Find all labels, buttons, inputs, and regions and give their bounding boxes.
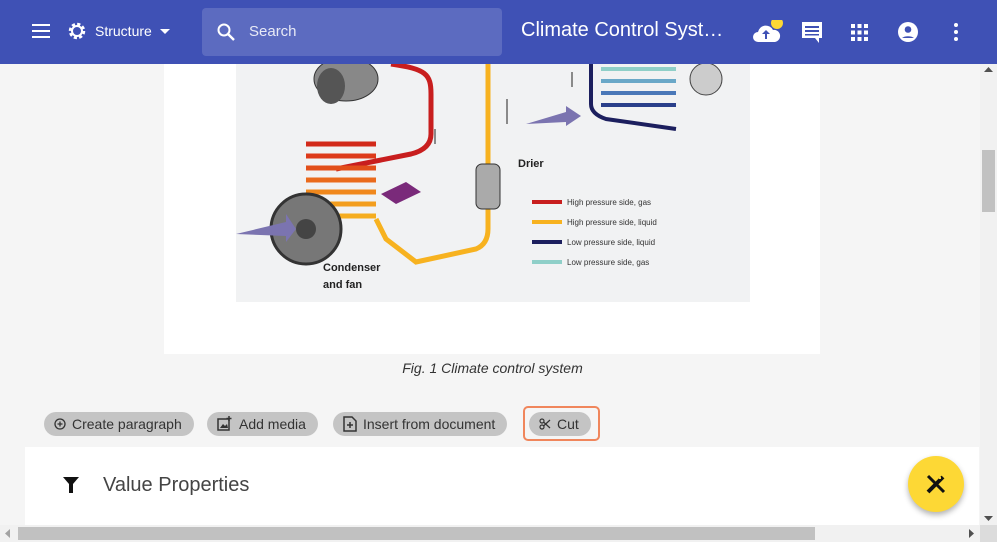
add-circle-icon — [54, 418, 66, 430]
search-placeholder: Search — [249, 23, 297, 40]
comment-icon[interactable] — [802, 22, 824, 49]
cloud-upload-icon[interactable] — [752, 17, 784, 49]
section-title[interactable]: Value Properties — [103, 474, 249, 497]
account-icon[interactable] — [898, 22, 918, 47]
condenser-label-2: and fan — [323, 279, 362, 291]
value-properties-panel: Value Properties — [25, 447, 979, 525]
document-title: Climate Control Syst… — [521, 19, 724, 41]
app-bar: Structure Search Climate Control Syst… — [0, 0, 997, 64]
legend-label: High pressure side, gas — [567, 198, 651, 207]
structure-label: Structure — [95, 23, 152, 39]
legend-swatch — [532, 220, 562, 224]
add-photo-icon — [217, 416, 232, 431]
legend-swatch — [532, 200, 562, 204]
note-add-icon — [343, 416, 357, 432]
apps-grid-icon[interactable] — [851, 24, 868, 46]
structure-dropdown[interactable]: Structure — [67, 21, 170, 41]
climate-control-diagram: Drier Condenser and fan High pressure si… — [236, 64, 750, 302]
scroll-left-arrow-icon[interactable] — [5, 529, 10, 538]
menu-icon[interactable] — [32, 24, 50, 43]
legend: High pressure side, gas High pressure si… — [532, 198, 657, 267]
condenser-label-1: Condenser — [323, 262, 381, 274]
scroll-up-arrow-icon[interactable] — [984, 67, 993, 72]
more-vert-icon[interactable] — [954, 23, 958, 46]
legend-label: Low pressure side, liquid — [567, 238, 655, 247]
insert-from-document-button[interactable]: Insert from document — [333, 412, 508, 436]
figure-caption: Fig. 1 Climate control system — [402, 360, 583, 376]
scissors-icon — [539, 418, 551, 430]
edit-tools-fab[interactable] — [908, 456, 964, 512]
gear-icon — [68, 22, 86, 40]
legend-swatch — [532, 260, 562, 264]
legend-label: Low pressure side, gas — [567, 258, 649, 267]
search-input[interactable]: Search — [202, 8, 502, 56]
edit-tools-icon — [926, 474, 946, 494]
vertical-scroll-thumb[interactable] — [982, 150, 995, 212]
search-icon — [217, 23, 235, 41]
horizontal-scroll-thumb[interactable] — [18, 527, 815, 540]
scroll-down-arrow-icon[interactable] — [984, 516, 993, 521]
chevron-down-icon — [159, 28, 170, 34]
vertical-scrollbar[interactable] — [980, 64, 997, 525]
legend-label: High pressure side, liquid — [567, 218, 657, 227]
cut-button[interactable]: Cut — [529, 412, 591, 436]
horizontal-scrollbar[interactable] — [0, 525, 980, 542]
drier-label: Drier — [518, 158, 544, 170]
legend-swatch — [532, 240, 562, 244]
scrollbar-corner — [980, 525, 997, 542]
create-paragraph-button[interactable]: Create paragraph — [44, 412, 194, 436]
notification-badge — [771, 17, 783, 29]
add-media-button[interactable]: Add media — [207, 412, 318, 436]
filter-icon — [63, 477, 79, 493]
scroll-right-arrow-icon[interactable] — [969, 529, 974, 538]
